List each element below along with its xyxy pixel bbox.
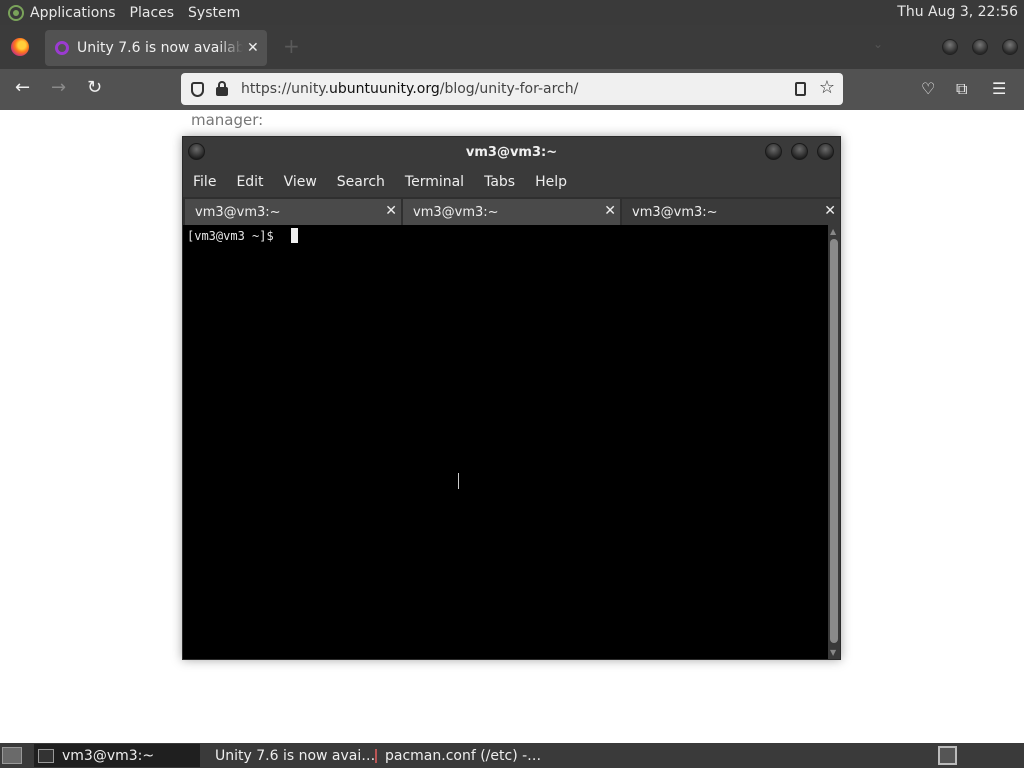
pocket-icon[interactable]: ♡ — [921, 79, 935, 98]
terminal-menubar: File Edit View Search Terminal Tabs Help — [183, 167, 840, 197]
terminal-maximize-button[interactable] — [791, 143, 808, 160]
new-tab-button[interactable]: + — [283, 34, 300, 58]
text-cursor — [291, 228, 298, 243]
terminal-tab-label: vm3@vm3:~ — [413, 204, 499, 220]
scroll-up-arrow-icon[interactable]: ▲ — [830, 227, 836, 236]
tab-list-chevron-icon[interactable]: ⌄ — [873, 37, 883, 51]
close-tab-icon[interactable]: ✕ — [604, 203, 616, 219]
top-panel: Applications Places System Thu Aug 3, 22… — [0, 0, 1024, 25]
scrollbar-thumb[interactable] — [830, 239, 838, 643]
browser-nav-bar: ← → ↻ https://unity.ubuntuunity.org/blog… — [0, 69, 1024, 110]
menu-terminal[interactable]: Terminal — [405, 174, 464, 190]
menu-view[interactable]: View — [284, 174, 317, 190]
url-text[interactable]: https://unity.ubuntuunity.org/blog/unity… — [241, 81, 578, 97]
terminal-tab-3-active[interactable]: vm3@vm3:~ ✕ — [622, 199, 840, 225]
browser-tab-strip: Unity 7.6 is now available for Arch ✕ + … — [0, 25, 1024, 69]
terminal-icon — [38, 748, 54, 763]
menu-edit[interactable]: Edit — [236, 174, 263, 190]
taskbar-item-label: pacman.conf (/etc) -… — [385, 747, 542, 764]
places-menu[interactable]: Places — [130, 5, 175, 21]
forward-button[interactable]: → — [51, 77, 66, 98]
minimize-button[interactable] — [942, 39, 958, 55]
extensions-icon[interactable]: ⧉ — [956, 79, 967, 99]
terminal-tab-label: vm3@vm3:~ — [195, 204, 281, 220]
maximize-button[interactable] — [972, 39, 988, 55]
terminal-tab-label: vm3@vm3:~ — [632, 204, 718, 220]
close-window-button[interactable] — [1002, 39, 1018, 55]
terminal-minimize-button[interactable] — [765, 143, 782, 160]
shell-prompt: [vm3@vm3 ~]$ — [187, 229, 274, 243]
taskbar-item-terminal[interactable]: vm3@vm3:~ — [34, 744, 200, 767]
firefox-icon[interactable] — [11, 38, 29, 56]
show-desktop-button[interactable] — [2, 747, 22, 764]
url-bar[interactable]: https://unity.ubuntuunity.org/blog/unity… — [181, 73, 843, 105]
clock[interactable]: Thu Aug 3, 22:56 — [897, 4, 1018, 20]
bookmark-star-icon[interactable]: ☆ — [819, 77, 835, 98]
reload-button[interactable]: ↻ — [87, 77, 102, 98]
terminal-close-button[interactable] — [817, 143, 834, 160]
menu-search[interactable]: Search — [337, 174, 385, 190]
close-tab-icon[interactable]: ✕ — [385, 203, 397, 219]
tracking-shield-icon[interactable] — [191, 81, 204, 97]
browser-tab-title: Unity 7.6 is now available for Arch — [77, 40, 243, 56]
close-tab-icon[interactable]: ✕ — [824, 203, 836, 219]
terminal-title: vm3@vm3:~ — [465, 145, 558, 160]
scroll-down-arrow-icon[interactable]: ▼ — [830, 648, 836, 657]
terminal-tab-2[interactable]: vm3@vm3:~ ✕ — [403, 199, 620, 225]
lock-icon[interactable] — [216, 81, 228, 96]
terminal-titlebar[interactable]: vm3@vm3:~ — [183, 137, 840, 167]
terminal-output[interactable]: [vm3@vm3 ~]$ — [183, 225, 828, 659]
menu-help[interactable]: Help — [535, 174, 567, 190]
applications-menu[interactable]: Applications — [30, 5, 116, 21]
workspace-switcher[interactable] — [938, 746, 957, 765]
terminal-window: vm3@vm3:~ File Edit View Search Terminal… — [182, 136, 841, 660]
page-text: manager: — [191, 111, 264, 129]
reader-view-icon[interactable] — [795, 82, 806, 96]
text-editor-icon — [375, 748, 377, 763]
menu-file[interactable]: File — [193, 174, 216, 190]
browser-tab-active[interactable]: Unity 7.6 is now available for Arch ✕ — [45, 30, 267, 66]
site-favicon-icon — [55, 41, 69, 55]
mouse-ibeam-cursor-icon — [458, 473, 461, 489]
close-tab-icon[interactable]: ✕ — [247, 40, 259, 56]
bottom-taskbar: vm3@vm3:~ Unity 7.6 is now avai… pacman.… — [0, 743, 1024, 768]
system-menu[interactable]: System — [188, 5, 240, 21]
terminal-tab-bar: vm3@vm3:~ ✕ vm3@vm3:~ ✕ vm3@vm3:~ ✕ — [183, 197, 840, 225]
taskbar-item-editor[interactable]: pacman.conf (/etc) -… — [371, 744, 541, 767]
taskbar-item-firefox[interactable]: Unity 7.6 is now avai… — [203, 744, 375, 767]
app-menu-icon[interactable]: ☰ — [992, 79, 1006, 98]
back-button[interactable]: ← — [15, 77, 30, 98]
distro-logo-icon[interactable] — [8, 4, 24, 21]
menu-tabs[interactable]: Tabs — [484, 174, 515, 190]
taskbar-item-label: Unity 7.6 is now avai… — [215, 747, 376, 764]
terminal-scrollbar[interactable]: ▲ ▼ — [828, 225, 840, 659]
terminal-tab-1[interactable]: vm3@vm3:~ ✕ — [185, 199, 401, 225]
taskbar-item-label: vm3@vm3:~ — [62, 747, 155, 764]
